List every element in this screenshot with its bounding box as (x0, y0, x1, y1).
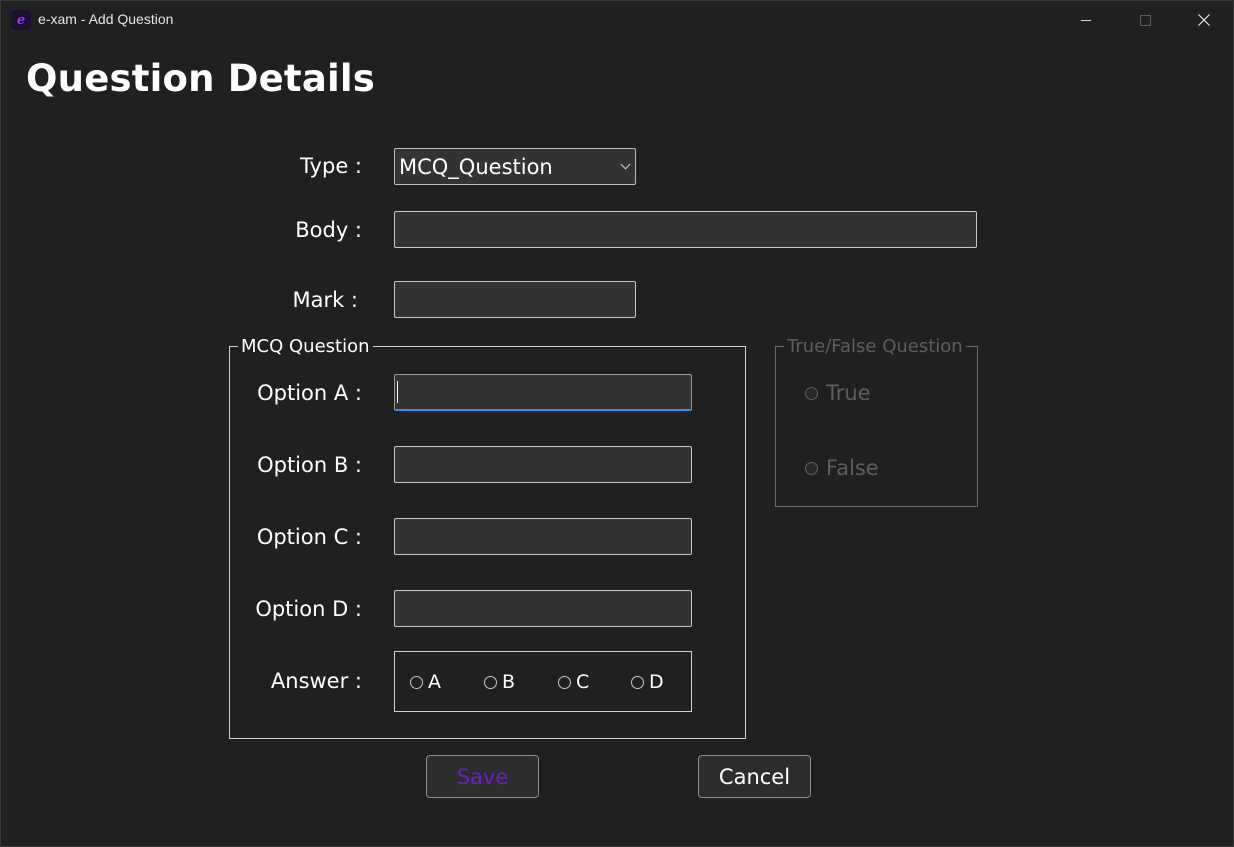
answer-radio-d-label: D (649, 671, 664, 693)
window-title: e-xam - Add Question (38, 11, 174, 27)
answer-radio-d[interactable]: D (631, 671, 664, 693)
radio-icon (410, 675, 423, 689)
answer-radio-c[interactable]: C (558, 671, 589, 693)
radio-icon (631, 675, 644, 689)
page-title: Question Details (26, 57, 375, 100)
type-select[interactable]: MCQ_Question (394, 148, 636, 185)
type-select-value: MCQ_Question (399, 155, 553, 179)
true-radio-label: True (826, 381, 871, 405)
answer-radio-a-label: A (428, 671, 441, 693)
mark-label: Mark : (292, 288, 358, 312)
maximize-icon (1139, 14, 1151, 26)
type-label: Type : (300, 154, 362, 178)
option-c-input[interactable] (394, 518, 692, 555)
false-radio-label: False (826, 456, 879, 480)
truefalse-group-legend: True/False Question (787, 336, 963, 357)
answer-label: Answer : (270, 669, 362, 693)
mark-input[interactable] (394, 281, 636, 318)
option-a-label: Option A : (257, 381, 362, 405)
body-label: Body : (295, 218, 362, 242)
option-a-input[interactable] (394, 374, 692, 411)
answer-radio-b-label: B (502, 671, 516, 693)
body-input[interactable] (394, 211, 977, 248)
minimize-icon (1081, 19, 1091, 21)
option-b-input[interactable] (394, 446, 692, 483)
cancel-button[interactable]: Cancel (698, 755, 811, 798)
minimize-button[interactable] (1057, 1, 1115, 39)
radio-icon (558, 675, 571, 689)
answer-radio-b[interactable]: B (484, 671, 515, 693)
false-radio[interactable]: False (805, 456, 879, 480)
radio-icon (484, 675, 497, 689)
option-d-label: Option D : (255, 597, 362, 621)
app-window: e e-xam - Add Question Question Details … (0, 0, 1234, 847)
radio-icon (805, 386, 818, 400)
maximize-button[interactable] (1116, 1, 1174, 39)
true-radio[interactable]: True (805, 381, 871, 405)
answer-radio-a[interactable]: A (410, 671, 441, 693)
truefalse-question-group: True/False Question (775, 336, 978, 507)
close-button[interactable] (1175, 1, 1233, 39)
title-bar[interactable]: e e-xam - Add Question (1, 1, 1233, 39)
close-icon (1198, 14, 1210, 26)
app-logo-icon: e (11, 10, 31, 30)
radio-icon (805, 461, 818, 475)
option-d-input[interactable] (394, 590, 692, 627)
answer-radio-group: A B C D (394, 651, 692, 712)
chevron-down-icon (620, 159, 631, 170)
text-caret (397, 381, 398, 403)
answer-radio-c-label: C (576, 671, 590, 693)
option-c-label: Option C : (256, 525, 362, 549)
mcq-group-legend: MCQ Question (241, 336, 370, 357)
option-b-label: Option B : (257, 453, 362, 477)
save-button[interactable]: Save (426, 755, 539, 798)
